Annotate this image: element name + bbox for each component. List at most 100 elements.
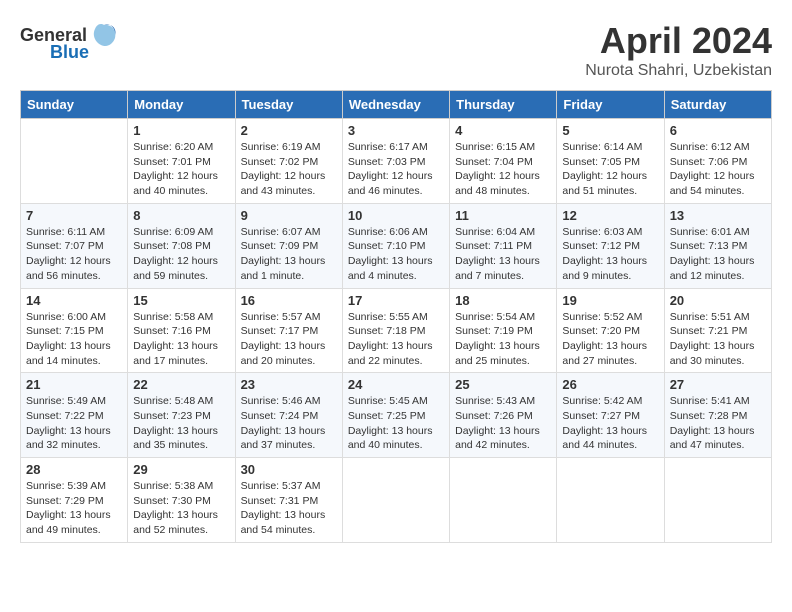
calendar-cell: 26 Sunrise: 5:42 AM Sunset: 7:27 PM Dayli… (557, 373, 664, 458)
day-info: Sunrise: 5:45 AM Sunset: 7:25 PM Dayligh… (348, 394, 444, 453)
day-info: Sunrise: 5:38 AM Sunset: 7:30 PM Dayligh… (133, 479, 229, 538)
week-row-3: 14Sunrise: 6:00 AM Sunset: 7:15 PM Dayli… (21, 288, 772, 373)
day-number: 18 (455, 293, 551, 308)
calendar-cell: 28 Sunrise: 5:39 AM Sunset: 7:29 PM Dayli… (21, 458, 128, 543)
day-info: Sunrise: 5:48 AM Sunset: 7:23 PM Dayligh… (133, 394, 229, 453)
day-info: Sunrise: 5:46 AM Sunset: 7:24 PM Dayligh… (241, 394, 337, 453)
calendar-cell: 27 Sunrise: 5:41 AM Sunset: 7:28 PM Dayli… (664, 373, 771, 458)
calendar-cell (664, 458, 771, 543)
day-number: 13 (670, 208, 766, 223)
day-info: Sunrise: 6:01 AM Sunset: 7:13 PM Dayligh… (670, 225, 766, 284)
calendar-cell (557, 458, 664, 543)
calendar-cell: 18Sunrise: 5:54 AM Sunset: 7:19 PM Dayli… (450, 288, 557, 373)
day-info: Sunrise: 6:07 AM Sunset: 7:09 PM Dayligh… (241, 225, 337, 284)
day-info: Sunrise: 6:06 AM Sunset: 7:10 PM Dayligh… (348, 225, 444, 284)
calendar-cell: 4 Sunrise: 6:15 AM Sunset: 7:04 PM Daylig… (450, 119, 557, 204)
day-number: 23 (241, 377, 337, 392)
day-info: Sunrise: 6:11 AM Sunset: 7:07 PM Dayligh… (26, 225, 122, 284)
day-number: 28 (26, 462, 122, 477)
day-number: 19 (562, 293, 658, 308)
calendar-cell: 10 Sunrise: 6:06 AM Sunset: 7:10 PM Dayli… (342, 203, 449, 288)
month-title: April 2024 (585, 20, 772, 62)
day-number: 1 (133, 123, 229, 138)
calendar-cell: 3 Sunrise: 6:17 AM Sunset: 7:03 PM Daylig… (342, 119, 449, 204)
weekday-header-tuesday: Tuesday (235, 91, 342, 119)
title-area: April 2024 Nurota Shahri, Uzbekistan (585, 20, 772, 80)
day-info: Sunrise: 5:57 AM Sunset: 7:17 PM Dayligh… (241, 310, 337, 369)
day-info: Sunrise: 5:52 AM Sunset: 7:20 PM Dayligh… (562, 310, 658, 369)
day-info: Sunrise: 6:12 AM Sunset: 7:06 PM Dayligh… (670, 140, 766, 199)
day-number: 12 (562, 208, 658, 223)
day-number: 21 (26, 377, 122, 392)
day-info: Sunrise: 6:19 AM Sunset: 7:02 PM Dayligh… (241, 140, 337, 199)
calendar-cell (450, 458, 557, 543)
day-info: Sunrise: 6:03 AM Sunset: 7:12 PM Dayligh… (562, 225, 658, 284)
calendar-cell: 12 Sunrise: 6:03 AM Sunset: 7:12 PM Dayli… (557, 203, 664, 288)
calendar-cell: 19 Sunrise: 5:52 AM Sunset: 7:20 PM Dayli… (557, 288, 664, 373)
week-row-4: 21 Sunrise: 5:49 AM Sunset: 7:22 PM Dayli… (21, 373, 772, 458)
day-info: Sunrise: 6:17 AM Sunset: 7:03 PM Dayligh… (348, 140, 444, 199)
week-row-5: 28 Sunrise: 5:39 AM Sunset: 7:29 PM Dayli… (21, 458, 772, 543)
calendar-cell: 15 Sunrise: 5:58 AM Sunset: 7:16 PM Dayli… (128, 288, 235, 373)
day-number: 25 (455, 377, 551, 392)
day-info: Sunrise: 5:42 AM Sunset: 7:27 PM Dayligh… (562, 394, 658, 453)
weekday-header-thursday: Thursday (450, 91, 557, 119)
day-number: 3 (348, 123, 444, 138)
calendar-cell: 14Sunrise: 6:00 AM Sunset: 7:15 PM Dayli… (21, 288, 128, 373)
day-info: Sunrise: 5:49 AM Sunset: 7:22 PM Dayligh… (26, 394, 122, 453)
calendar-cell: 25 Sunrise: 5:43 AM Sunset: 7:26 PM Dayli… (450, 373, 557, 458)
location-title: Nurota Shahri, Uzbekistan (585, 62, 772, 80)
day-info: Sunrise: 5:39 AM Sunset: 7:29 PM Dayligh… (26, 479, 122, 538)
calendar-cell: 11 Sunrise: 6:04 AM Sunset: 7:11 PM Dayli… (450, 203, 557, 288)
calendar-cell: 16 Sunrise: 5:57 AM Sunset: 7:17 PM Dayli… (235, 288, 342, 373)
day-info: Sunrise: 5:51 AM Sunset: 7:21 PM Dayligh… (670, 310, 766, 369)
day-number: 8 (133, 208, 229, 223)
week-row-1: 1Sunrise: 6:20 AM Sunset: 7:01 PM Daylig… (21, 119, 772, 204)
week-row-2: 7 Sunrise: 6:11 AM Sunset: 7:07 PM Daylig… (21, 203, 772, 288)
weekday-header-sunday: Sunday (21, 91, 128, 119)
calendar-cell (21, 119, 128, 204)
day-number: 11 (455, 208, 551, 223)
calendar-table: SundayMondayTuesdayWednesdayThursdayFrid… (20, 90, 772, 543)
day-number: 29 (133, 462, 229, 477)
day-number: 20 (670, 293, 766, 308)
day-info: Sunrise: 6:04 AM Sunset: 7:11 PM Dayligh… (455, 225, 551, 284)
day-info: Sunrise: 6:14 AM Sunset: 7:05 PM Dayligh… (562, 140, 658, 199)
calendar-cell: 9 Sunrise: 6:07 AM Sunset: 7:09 PM Daylig… (235, 203, 342, 288)
calendar-cell: 17Sunrise: 5:55 AM Sunset: 7:18 PM Dayli… (342, 288, 449, 373)
calendar-cell: 22 Sunrise: 5:48 AM Sunset: 7:23 PM Dayli… (128, 373, 235, 458)
day-number: 4 (455, 123, 551, 138)
day-number: 10 (348, 208, 444, 223)
calendar-cell: 21 Sunrise: 5:49 AM Sunset: 7:22 PM Dayli… (21, 373, 128, 458)
day-number: 22 (133, 377, 229, 392)
day-info: Sunrise: 5:58 AM Sunset: 7:16 PM Dayligh… (133, 310, 229, 369)
day-number: 7 (26, 208, 122, 223)
day-number: 24 (348, 377, 444, 392)
weekday-header-row: SundayMondayTuesdayWednesdayThursdayFrid… (21, 91, 772, 119)
weekday-header-friday: Friday (557, 91, 664, 119)
day-info: Sunrise: 5:37 AM Sunset: 7:31 PM Dayligh… (241, 479, 337, 538)
day-info: Sunrise: 6:15 AM Sunset: 7:04 PM Dayligh… (455, 140, 551, 199)
day-number: 16 (241, 293, 337, 308)
day-number: 15 (133, 293, 229, 308)
day-number: 27 (670, 377, 766, 392)
day-info: Sunrise: 5:55 AM Sunset: 7:18 PM Dayligh… (348, 310, 444, 369)
day-number: 26 (562, 377, 658, 392)
day-info: Sunrise: 5:41 AM Sunset: 7:28 PM Dayligh… (670, 394, 766, 453)
day-number: 2 (241, 123, 337, 138)
calendar-cell (342, 458, 449, 543)
weekday-header-wednesday: Wednesday (342, 91, 449, 119)
calendar-cell: 1Sunrise: 6:20 AM Sunset: 7:01 PM Daylig… (128, 119, 235, 204)
calendar-cell: 30 Sunrise: 5:37 AM Sunset: 7:31 PM Dayli… (235, 458, 342, 543)
day-info: Sunrise: 5:43 AM Sunset: 7:26 PM Dayligh… (455, 394, 551, 453)
calendar-cell: 6 Sunrise: 6:12 AM Sunset: 7:06 PM Daylig… (664, 119, 771, 204)
calendar-cell: 20 Sunrise: 5:51 AM Sunset: 7:21 PM Dayli… (664, 288, 771, 373)
logo-text-blue: Blue (50, 42, 89, 63)
day-number: 9 (241, 208, 337, 223)
calendar-cell: 13 Sunrise: 6:01 AM Sunset: 7:13 PM Dayli… (664, 203, 771, 288)
day-number: 6 (670, 123, 766, 138)
day-number: 5 (562, 123, 658, 138)
day-number: 14 (26, 293, 122, 308)
logo: General Blue (20, 20, 119, 63)
day-number: 30 (241, 462, 337, 477)
